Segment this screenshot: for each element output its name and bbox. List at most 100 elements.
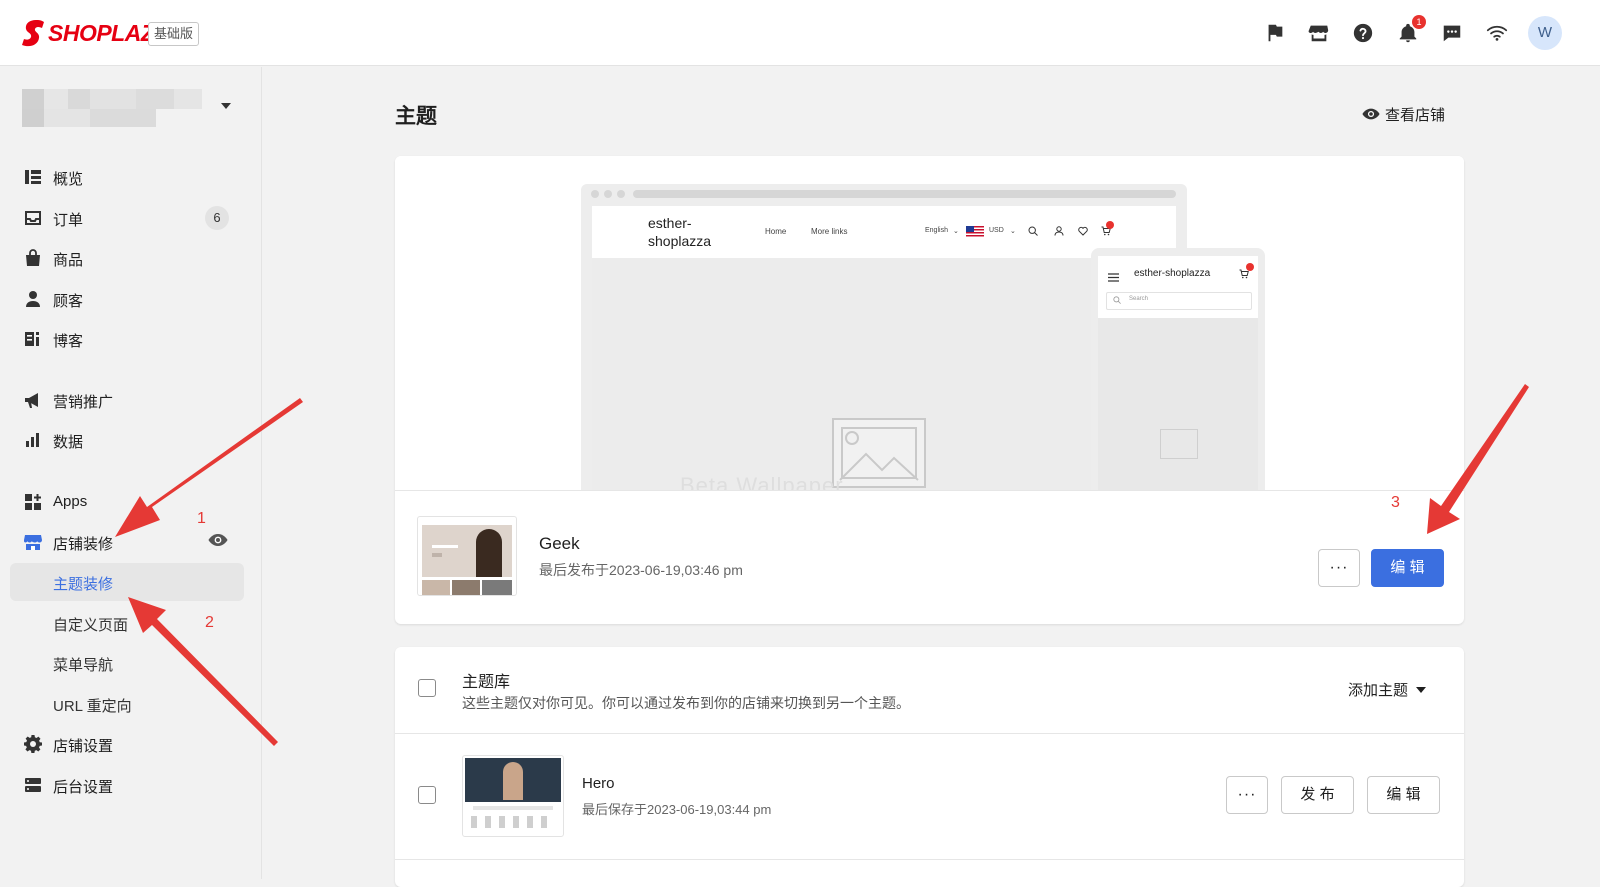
theme-library-card: 主题库 这些主题仅对你可见。你可以通过发布到你的店铺来切换到另一个主题。 添加主… xyxy=(395,647,1464,887)
preview-ghost-text: Beta Wallpaper xyxy=(680,473,844,491)
current-theme-thumbnail xyxy=(417,516,517,596)
browser-dot xyxy=(617,190,625,198)
sidebar-item-store-settings[interactable]: 店铺设置 xyxy=(10,725,244,763)
apps-icon xyxy=(24,493,42,511)
person-icon xyxy=(24,290,42,308)
notification-count-badge: 1 xyxy=(1412,15,1426,29)
blog-icon xyxy=(24,330,42,348)
sidebar-item-label: 店铺装修 xyxy=(53,536,114,553)
current-theme-published: 最后发布于2023-06-19,03:46 pm xyxy=(539,562,743,578)
mobile-header: esther-shoplazza Search xyxy=(1098,256,1258,318)
search-icon xyxy=(1113,296,1121,304)
theme-library-header: 主题库 这些主题仅对你可见。你可以通过发布到你的店铺来切换到另一个主题。 添加主… xyxy=(395,647,1464,734)
sidebar-item-label: 数据 xyxy=(53,434,84,451)
hamburger-menu-icon xyxy=(1108,269,1119,282)
theme-preview[interactable]: esther- shoplazza Home More links Englis… xyxy=(395,156,1464,491)
storefront-icon xyxy=(24,533,42,551)
hero-theme-edit-button[interactable]: 编 辑 xyxy=(1367,776,1440,814)
annotation-number-2: 2 xyxy=(205,614,214,631)
thumbnail-text-line xyxy=(473,806,553,810)
sidebar-item-overview[interactable]: 概览 xyxy=(10,158,244,196)
mobile-screen: esther-shoplazza Search xyxy=(1098,256,1258,490)
annotation-number-3: 3 xyxy=(1391,494,1400,511)
sidebar-item-analytics[interactable]: 数据 xyxy=(10,421,244,459)
annotation-number-1: 1 xyxy=(197,510,206,527)
overview-icon xyxy=(24,168,42,186)
thumbnail-portrait xyxy=(503,762,523,800)
hero-theme-publish-button[interactable]: 发 布 xyxy=(1281,776,1354,814)
mobile-search-box: Search xyxy=(1106,292,1252,310)
current-theme-edit-button[interactable]: 编 辑 xyxy=(1371,549,1444,587)
store-name-blur xyxy=(90,109,156,127)
sidebar-item-label: 菜单导航 xyxy=(53,657,114,674)
sidebar-item-label: 概览 xyxy=(53,171,84,188)
sidebar-item-label: 顾客 xyxy=(53,293,84,310)
chevron-down-icon xyxy=(221,103,231,109)
preview-hero: Beta Wallpaper xyxy=(592,258,1176,491)
hero-theme-saved: 最后保存于2023-06-19,03:44 pm xyxy=(582,802,772,817)
sidebar-item-url-redirect[interactable]: URL 重定向 xyxy=(10,685,244,723)
wifi-icon[interactable] xyxy=(1486,22,1508,44)
sidebar-item-apps[interactable]: Apps xyxy=(10,483,244,521)
sidebar-item-label: URL 重定向 xyxy=(53,698,132,715)
sidebar: 概览 订单 6 商品 顾客 博客 营销推广 数据 Apps 店铺装修 主题装修 … xyxy=(0,67,262,879)
chat-icon[interactable] xyxy=(1441,22,1463,44)
preview-brand-line: esther- xyxy=(648,215,692,231)
sidebar-item-blog[interactable]: 博客 xyxy=(10,320,244,358)
store-picker[interactable] xyxy=(22,89,237,131)
thumbnail-portrait xyxy=(476,529,502,577)
store-icon[interactable] xyxy=(1308,22,1330,44)
eye-icon[interactable] xyxy=(208,533,228,551)
hero-theme-thumbnail xyxy=(462,755,564,837)
orders-count-badge: 6 xyxy=(205,206,229,230)
caret-down-icon xyxy=(1416,686,1427,693)
current-theme-more-button[interactable]: ··· xyxy=(1318,549,1360,587)
store-name-blur xyxy=(44,89,68,109)
sidebar-item-marketing[interactable]: 营销推广 xyxy=(10,381,244,419)
cart-count-dot xyxy=(1246,263,1254,271)
chevron-down-icon: ⌄ xyxy=(1010,228,1016,235)
sidebar-item-customers[interactable]: 顾客 xyxy=(10,280,244,318)
sidebar-item-products[interactable]: 商品 xyxy=(10,239,244,277)
eye-icon xyxy=(1362,108,1380,120)
bag-icon xyxy=(24,249,42,267)
theme-library-description: 这些主题仅对你可见。你可以通过发布到你的店铺来切换到另一个主题。 xyxy=(462,695,910,711)
thumbnail-icons-row xyxy=(471,816,555,828)
bell-icon[interactable]: 1 xyxy=(1397,15,1426,44)
preview-currency: USD xyxy=(989,227,1004,234)
logo-mark-icon xyxy=(22,20,44,47)
sidebar-item-label: 自定义页面 xyxy=(53,617,129,634)
mobile-store-brand: esther-shoplazza xyxy=(1134,268,1211,279)
browser-address-bar xyxy=(633,190,1176,198)
browser-dot xyxy=(604,190,612,198)
avatar[interactable]: W xyxy=(1528,16,1562,50)
preview-brand-line: shoplazza xyxy=(648,233,712,249)
sidebar-item-orders[interactable]: 订单 6 xyxy=(10,199,244,237)
thumbnail-button xyxy=(432,553,442,557)
help-icon[interactable] xyxy=(1352,22,1374,44)
add-theme-dropdown[interactable]: 添加主题 xyxy=(1348,679,1427,700)
sidebar-item-online-store[interactable]: 店铺装修 xyxy=(10,523,244,561)
store-name-blur xyxy=(136,89,174,109)
sidebar-item-themes[interactable]: 主题装修 xyxy=(10,563,244,601)
sidebar-item-label: Apps xyxy=(53,493,88,510)
view-store-link[interactable]: 查看店铺 xyxy=(1362,103,1445,125)
page-title: 主题 xyxy=(395,105,437,128)
theme-checkbox[interactable] xyxy=(418,786,436,804)
thumbnail-tile xyxy=(452,580,480,595)
account-icon xyxy=(1054,226,1064,236)
hero-theme-more-button[interactable]: ··· xyxy=(1226,776,1268,814)
view-store-label: 查看店铺 xyxy=(1385,106,1446,124)
preview-language: English xyxy=(925,227,948,234)
sidebar-item-admin-settings[interactable]: 后台设置 xyxy=(10,766,244,804)
sidebar-item-navigation[interactable]: 菜单导航 xyxy=(10,644,244,682)
plan-badge: 基础版 xyxy=(148,22,200,46)
add-theme-label: 添加主题 xyxy=(1348,682,1409,699)
megaphone-icon xyxy=(24,391,42,409)
current-theme-card: esther- shoplazza Home More links Englis… xyxy=(395,156,1464,624)
flag-icon[interactable] xyxy=(1264,22,1286,44)
store-name-blur xyxy=(44,109,90,127)
current-theme-name: Geek xyxy=(539,534,580,553)
select-all-checkbox[interactable] xyxy=(418,679,436,697)
thumbnail-tile xyxy=(482,580,512,595)
